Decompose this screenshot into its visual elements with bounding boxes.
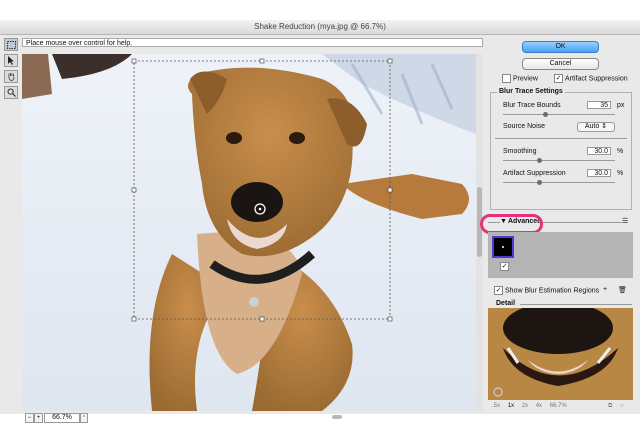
status-bar: − + 66.7% ⌃ bbox=[22, 412, 483, 423]
blur-trace-list: ✓ bbox=[488, 232, 633, 278]
blur-trace-bounds-slider[interactable] bbox=[503, 112, 615, 117]
divider bbox=[495, 138, 627, 139]
smoothing-unit: % bbox=[617, 148, 624, 155]
canvas-vertical-scrollbar[interactable] bbox=[476, 54, 483, 411]
thumbnail-check-icon[interactable]: ✓ bbox=[500, 262, 511, 271]
smoothing-label: Smoothing bbox=[503, 148, 537, 155]
zoom-out-button[interactable]: − bbox=[25, 413, 34, 423]
show-blur-regions-checkbox[interactable]: ✓ Show Blur Estimation Regions bbox=[494, 286, 599, 295]
detail-zoom-controls: .5x 1x 2x 4x 66.7% ⧉ ○ bbox=[492, 403, 632, 412]
divider bbox=[520, 304, 632, 305]
source-noise-label: Source Noise bbox=[503, 123, 546, 130]
zoom-tool-icon[interactable] bbox=[4, 86, 18, 99]
detail-label: Detail bbox=[496, 300, 516, 307]
dog-photo bbox=[22, 54, 476, 411]
chevron-updown-icon: ⇕ bbox=[601, 123, 608, 130]
zoom-in-button[interactable]: + bbox=[34, 413, 43, 423]
image-preview-canvas[interactable] bbox=[22, 54, 476, 411]
pointer-tool-icon[interactable] bbox=[4, 54, 18, 67]
zoom-option[interactable]: 2x bbox=[522, 403, 528, 409]
detail-options-icon[interactable]: ⧉ bbox=[608, 403, 612, 410]
artifact-suppression-setting-label: Artifact Suppression bbox=[503, 170, 566, 177]
preview-checkbox[interactable]: Preview bbox=[502, 74, 538, 83]
trash-icon[interactable]: 🗑 bbox=[618, 286, 627, 294]
horizontal-scroll-thumb[interactable] bbox=[332, 415, 342, 419]
check-icon[interactable]: ✓ bbox=[554, 74, 563, 83]
zoom-option-selected[interactable]: 1x bbox=[508, 403, 514, 409]
blur-trace-thumbnail[interactable] bbox=[492, 236, 514, 258]
blur-trace-bounds-label: Blur Trace Bounds bbox=[503, 102, 561, 109]
divider bbox=[542, 222, 622, 223]
detail-image bbox=[488, 308, 633, 400]
zoom-level-field[interactable]: 66.7% bbox=[44, 413, 80, 423]
blur-trace-bounds-field[interactable]: 35 bbox=[587, 101, 611, 109]
advanced-highlight-circle bbox=[480, 214, 543, 234]
shake-reduction-dialog: Shake Reduction (mya.jpg @ 66.7%) Place … bbox=[0, 20, 640, 423]
slider-knob[interactable] bbox=[537, 158, 542, 163]
blur-trace-tool-icon[interactable] bbox=[4, 38, 18, 51]
source-noise-value: Auto bbox=[584, 123, 600, 130]
detail-circle-icon[interactable]: ○ bbox=[620, 403, 624, 409]
slider-knob[interactable] bbox=[537, 180, 542, 185]
smoothing-slider[interactable] bbox=[503, 158, 615, 163]
zoom-readout: 66.7% bbox=[549, 403, 567, 409]
check-icon[interactable]: ✓ bbox=[494, 286, 503, 295]
help-text-bar: Place mouse over control for help. bbox=[22, 38, 483, 47]
zoom-option[interactable]: .5x bbox=[492, 403, 500, 409]
artifact-suppression-field[interactable]: 30.0 bbox=[587, 169, 611, 177]
preview-checkbox-box[interactable] bbox=[502, 74, 511, 83]
smoothing-field[interactable]: 30.0 bbox=[587, 147, 611, 155]
source-noise-dropdown[interactable]: Auto ⇕ bbox=[577, 122, 615, 132]
hand-tool-icon[interactable] bbox=[4, 70, 18, 83]
artifact-suppression-checkbox[interactable]: ✓ Artifact Suppression bbox=[554, 74, 628, 83]
blur-trace-settings-title: Blur Trace Settings bbox=[497, 88, 565, 95]
tool-strip bbox=[3, 38, 19, 102]
cancel-button[interactable]: Cancel bbox=[522, 58, 599, 70]
preview-label: Preview bbox=[513, 75, 538, 83]
zoom-stepper[interactable]: ⌃ bbox=[80, 413, 88, 423]
artifact-suppression-unit: % bbox=[617, 170, 624, 177]
artifact-suppression-slider[interactable] bbox=[503, 180, 615, 185]
ok-button[interactable]: OK bbox=[522, 41, 599, 53]
detail-loupe[interactable] bbox=[488, 308, 633, 400]
artifact-suppression-label: Artifact Suppression bbox=[565, 75, 628, 83]
zoom-option[interactable]: 4x bbox=[536, 403, 542, 409]
slider-knob[interactable] bbox=[543, 112, 548, 117]
blur-trace-bounds-unit: px bbox=[617, 102, 625, 109]
window-title: Shake Reduction (mya.jpg @ 66.7%) bbox=[0, 20, 640, 35]
show-blur-regions-label: Show Blur Estimation Regions bbox=[505, 287, 600, 295]
panel-menu-icon[interactable]: ☰ bbox=[622, 217, 628, 225]
add-trace-icon[interactable]: + bbox=[603, 286, 607, 293]
blur-trace-settings-group: Blur Trace Settings Blur Trace Bounds 35… bbox=[490, 88, 632, 210]
